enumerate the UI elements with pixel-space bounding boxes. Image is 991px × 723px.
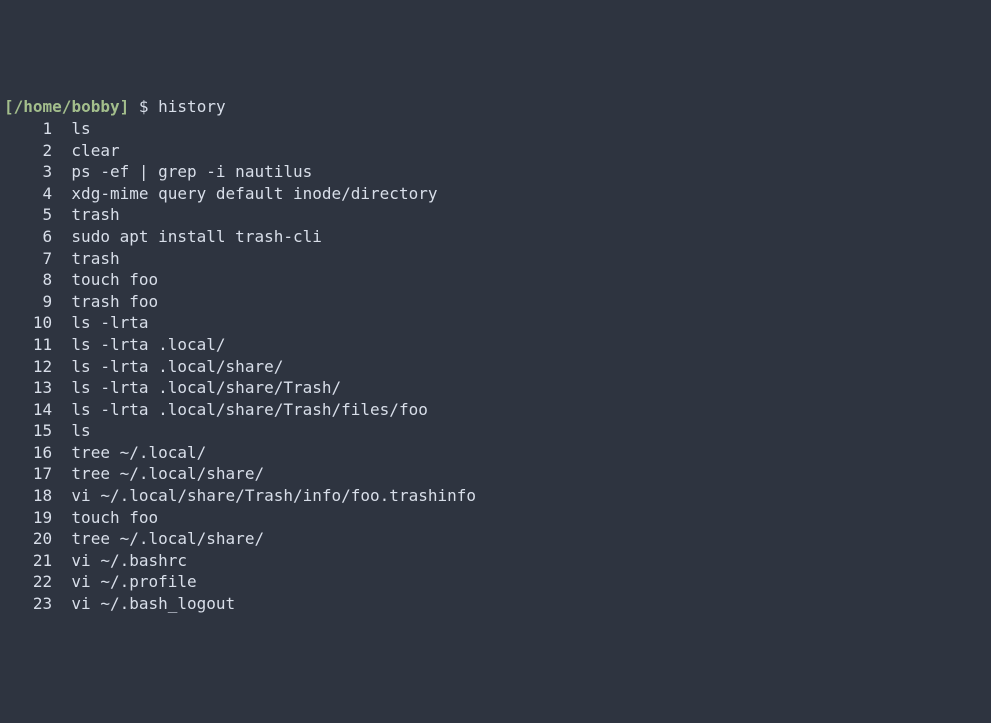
history-line: 16tree ~/.local/ (4, 442, 987, 464)
history-number: 21 (4, 550, 52, 572)
history-number: 10 (4, 312, 52, 334)
history-command: ls -lrta .local/share/Trash/ (52, 377, 341, 399)
history-number: 16 (4, 442, 52, 464)
history-line: 11ls -lrta .local/ (4, 334, 987, 356)
history-command: trash (52, 204, 119, 226)
history-line: 8touch foo (4, 269, 987, 291)
history-command: tree ~/.local/share/ (52, 528, 264, 550)
history-line: 7trash (4, 248, 987, 270)
history-number: 6 (4, 226, 52, 248)
history-line: 14ls -lrta .local/share/Trash/files/foo (4, 399, 987, 421)
history-line: 10ls -lrta (4, 312, 987, 334)
history-command: ls (52, 420, 91, 442)
history-line: 20tree ~/.local/share/ (4, 528, 987, 550)
history-command: touch foo (52, 269, 158, 291)
history-number: 13 (4, 377, 52, 399)
history-line: 13ls -lrta .local/share/Trash/ (4, 377, 987, 399)
history-command: ps -ef | grep -i nautilus (52, 161, 312, 183)
history-line: 2clear (4, 140, 987, 162)
history-number: 14 (4, 399, 52, 421)
history-number: 7 (4, 248, 52, 270)
prompt-open-bracket: [ (4, 96, 14, 118)
history-command: clear (52, 140, 119, 162)
history-line: 22vi ~/.profile (4, 571, 987, 593)
history-command: vi ~/.bash_logout (52, 593, 235, 615)
history-number: 5 (4, 204, 52, 226)
history-line: 23vi ~/.bash_logout (4, 593, 987, 615)
history-command: ls -lrta (52, 312, 148, 334)
history-command: ls -lrta .local/share/ (52, 356, 283, 378)
history-number: 12 (4, 356, 52, 378)
history-number: 20 (4, 528, 52, 550)
history-line: 19touch foo (4, 507, 987, 529)
prompt-command: history (158, 96, 225, 118)
history-number: 1 (4, 118, 52, 140)
history-line: 4xdg-mime query default inode/directory (4, 183, 987, 205)
history-command: vi ~/.local/share/Trash/info/foo.trashin… (52, 485, 476, 507)
history-command: xdg-mime query default inode/directory (52, 183, 437, 205)
history-line: 15ls (4, 420, 987, 442)
history-line: 6sudo apt install trash-cli (4, 226, 987, 248)
history-number: 9 (4, 291, 52, 313)
history-line: 9trash foo (4, 291, 987, 313)
history-command: ls -lrta .local/share/Trash/files/foo (52, 399, 428, 421)
history-line: 5trash (4, 204, 987, 226)
history-command: sudo apt install trash-cli (52, 226, 322, 248)
prompt-dollar: $ (129, 96, 158, 118)
history-command: vi ~/.bashrc (52, 550, 187, 572)
history-line: 12ls -lrta .local/share/ (4, 356, 987, 378)
history-line: 18vi ~/.local/share/Trash/info/foo.trash… (4, 485, 987, 507)
history-number: 3 (4, 161, 52, 183)
history-number: 22 (4, 571, 52, 593)
history-command: touch foo (52, 507, 158, 529)
history-line: 3ps -ef | grep -i nautilus (4, 161, 987, 183)
history-number: 15 (4, 420, 52, 442)
history-command: trash foo (52, 291, 158, 313)
history-command: tree ~/.local/ (52, 442, 206, 464)
history-number: 11 (4, 334, 52, 356)
history-number: 8 (4, 269, 52, 291)
history-command: tree ~/.local/share/ (52, 463, 264, 485)
history-number: 4 (4, 183, 52, 205)
prompt-line: [/home/bobby] $ history (4, 96, 987, 118)
history-number: 23 (4, 593, 52, 615)
history-number: 17 (4, 463, 52, 485)
history-number: 18 (4, 485, 52, 507)
prompt-cwd: /home/bobby (14, 96, 120, 118)
history-number: 2 (4, 140, 52, 162)
history-number: 19 (4, 507, 52, 529)
history-line: 1ls (4, 118, 987, 140)
history-command: ls (52, 118, 91, 140)
terminal-output[interactable]: [/home/bobby] $ history1ls2clear3ps -ef … (4, 96, 987, 614)
prompt-close-bracket: ] (120, 96, 130, 118)
history-command: trash (52, 248, 119, 270)
history-output: 1ls2clear3ps -ef | grep -i nautilus4xdg-… (4, 118, 987, 615)
history-command: ls -lrta .local/ (52, 334, 225, 356)
history-line: 21vi ~/.bashrc (4, 550, 987, 572)
history-command: vi ~/.profile (52, 571, 197, 593)
history-line: 17tree ~/.local/share/ (4, 463, 987, 485)
